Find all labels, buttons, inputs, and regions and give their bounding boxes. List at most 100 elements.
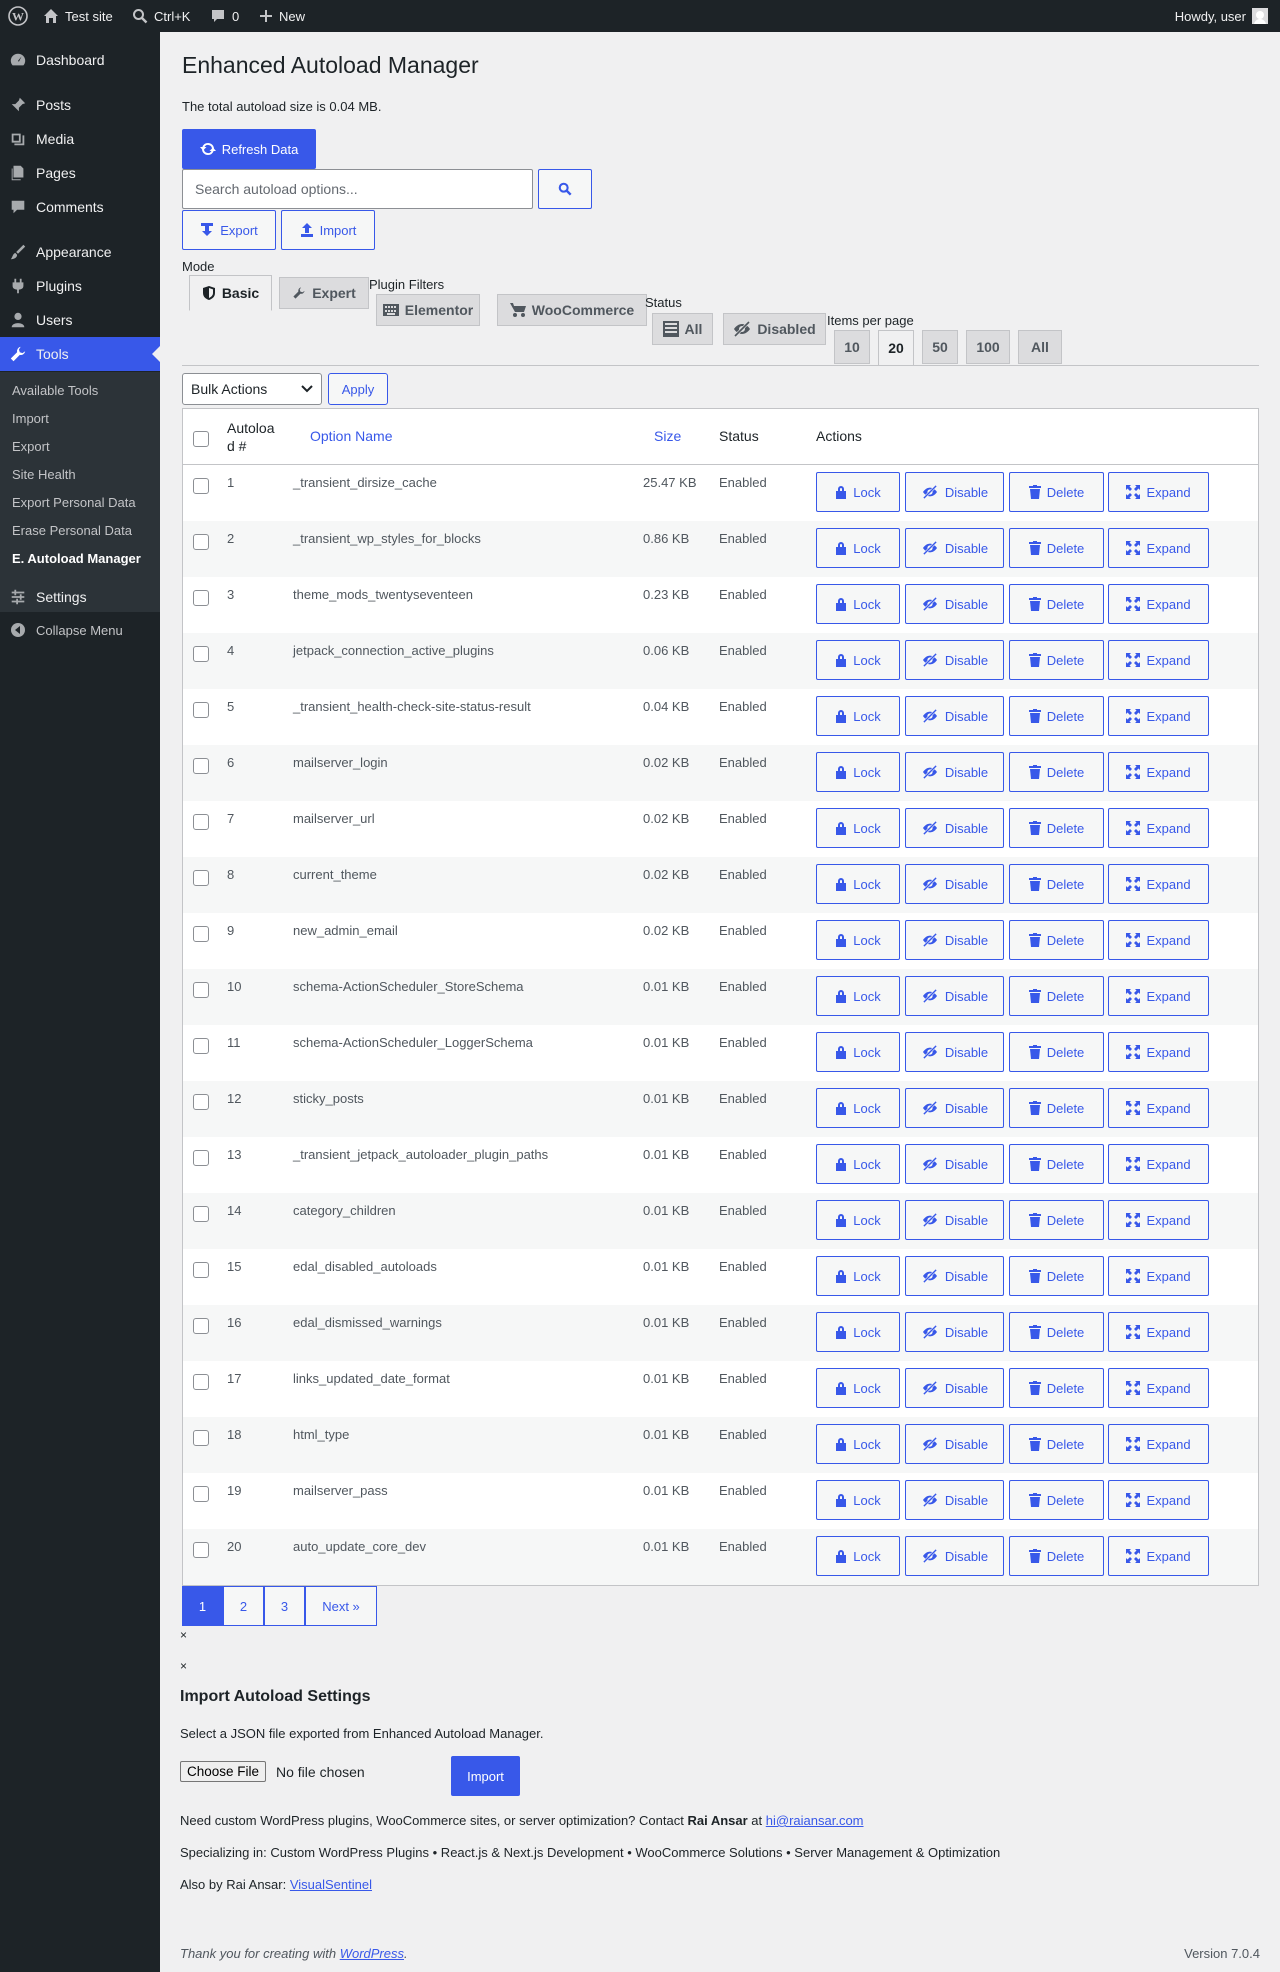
- row-checkbox[interactable]: [193, 1542, 209, 1558]
- refresh-data-button[interactable]: Refresh Data: [182, 129, 316, 169]
- expand-button[interactable]: Expand: [1108, 472, 1209, 512]
- sidebar-item-tools[interactable]: Tools: [0, 337, 160, 371]
- expand-button[interactable]: Expand: [1108, 584, 1209, 624]
- delete-button[interactable]: Delete: [1009, 1424, 1104, 1464]
- disable-button[interactable]: Disable: [905, 1032, 1004, 1072]
- expand-button[interactable]: Expand: [1108, 920, 1209, 960]
- lock-button[interactable]: Lock: [816, 808, 900, 848]
- delete-button[interactable]: Delete: [1009, 752, 1104, 792]
- row-checkbox[interactable]: [193, 814, 209, 830]
- disable-button[interactable]: Disable: [905, 1312, 1004, 1352]
- export-button[interactable]: Export: [182, 210, 276, 250]
- search-button[interactable]: [538, 169, 592, 209]
- tab-status-disabled[interactable]: Disabled: [723, 313, 826, 345]
- tab-status-all[interactable]: All: [652, 313, 713, 345]
- column-header-size[interactable]: Size: [654, 428, 681, 444]
- select-all-checkbox[interactable]: [193, 431, 209, 447]
- page-button-3[interactable]: 3: [264, 1586, 305, 1626]
- row-checkbox[interactable]: [193, 1094, 209, 1110]
- wordpress-logo-icon[interactable]: W: [8, 0, 28, 32]
- delete-button[interactable]: Delete: [1009, 920, 1104, 960]
- submenu-site-health[interactable]: Site Health: [12, 467, 76, 482]
- submenu-export-personal-data[interactable]: Export Personal Data: [12, 495, 136, 510]
- column-header-option-name[interactable]: Option Name: [310, 428, 392, 444]
- sidebar-item-media[interactable]: Media: [0, 122, 160, 156]
- per-page-10[interactable]: 10: [834, 330, 870, 364]
- submenu-autoload-manager[interactable]: E. Autoload Manager: [12, 551, 141, 566]
- row-checkbox[interactable]: [193, 758, 209, 774]
- row-checkbox[interactable]: [193, 1374, 209, 1390]
- delete-button[interactable]: Delete: [1009, 864, 1104, 904]
- row-checkbox[interactable]: [193, 1430, 209, 1446]
- lock-button[interactable]: Lock: [816, 1480, 900, 1520]
- disable-button[interactable]: Disable: [905, 1200, 1004, 1240]
- close-icon[interactable]: ×: [180, 1628, 187, 1642]
- delete-button[interactable]: Delete: [1009, 1032, 1104, 1072]
- row-checkbox[interactable]: [193, 982, 209, 998]
- expand-button[interactable]: Expand: [1108, 1032, 1209, 1072]
- lock-button[interactable]: Lock: [816, 1536, 900, 1576]
- row-checkbox[interactable]: [193, 478, 209, 494]
- expand-button[interactable]: Expand: [1108, 1536, 1209, 1576]
- per-page-20[interactable]: 20: [878, 330, 914, 366]
- lock-button[interactable]: Lock: [816, 528, 900, 568]
- disable-button[interactable]: Disable: [905, 584, 1004, 624]
- row-checkbox[interactable]: [193, 1262, 209, 1278]
- disable-button[interactable]: Disable: [905, 640, 1004, 680]
- delete-button[interactable]: Delete: [1009, 1256, 1104, 1296]
- expand-button[interactable]: Expand: [1108, 1368, 1209, 1408]
- submenu-erase-personal-data[interactable]: Erase Personal Data: [12, 523, 132, 538]
- submenu-import[interactable]: Import: [12, 411, 49, 426]
- lock-button[interactable]: Lock: [816, 696, 900, 736]
- sidebar-item-plugins[interactable]: Plugins: [0, 269, 160, 303]
- sidebar-item-posts[interactable]: Posts: [0, 88, 160, 122]
- choose-file-button[interactable]: Choose File: [180, 1761, 267, 1782]
- expand-button[interactable]: Expand: [1108, 808, 1209, 848]
- row-checkbox[interactable]: [193, 534, 209, 550]
- tab-expert[interactable]: Expert: [279, 277, 369, 309]
- delete-button[interactable]: Delete: [1009, 1312, 1104, 1352]
- expand-button[interactable]: Expand: [1108, 1200, 1209, 1240]
- expand-button[interactable]: Expand: [1108, 696, 1209, 736]
- sidebar-item-pages[interactable]: Pages: [0, 156, 160, 190]
- tab-woocommerce[interactable]: WooCommerce: [497, 294, 647, 326]
- import-submit-button[interactable]: Import: [451, 1756, 520, 1796]
- lock-button[interactable]: Lock: [816, 1312, 900, 1352]
- expand-button[interactable]: Expand: [1108, 1088, 1209, 1128]
- disable-button[interactable]: Disable: [905, 1480, 1004, 1520]
- expand-button[interactable]: Expand: [1108, 976, 1209, 1016]
- delete-button[interactable]: Delete: [1009, 696, 1104, 736]
- delete-button[interactable]: Delete: [1009, 1088, 1104, 1128]
- submenu-available-tools[interactable]: Available Tools: [12, 383, 98, 398]
- lock-button[interactable]: Lock: [816, 1088, 900, 1128]
- site-name-link[interactable]: Test site: [43, 0, 113, 32]
- expand-button[interactable]: Expand: [1108, 1312, 1209, 1352]
- wordpress-link[interactable]: WordPress: [340, 1946, 404, 1961]
- disable-button[interactable]: Disable: [905, 1256, 1004, 1296]
- import-button[interactable]: Import: [281, 210, 375, 250]
- close-icon[interactable]: ×: [180, 1659, 187, 1673]
- row-checkbox[interactable]: [193, 1038, 209, 1054]
- delete-button[interactable]: Delete: [1009, 1480, 1104, 1520]
- delete-button[interactable]: Delete: [1009, 1536, 1104, 1576]
- expand-button[interactable]: Expand: [1108, 1480, 1209, 1520]
- apply-button[interactable]: Apply: [328, 373, 388, 405]
- row-checkbox[interactable]: [193, 1206, 209, 1222]
- disable-button[interactable]: Disable: [905, 1536, 1004, 1576]
- new-content-link[interactable]: New: [259, 0, 305, 32]
- delete-button[interactable]: Delete: [1009, 808, 1104, 848]
- row-checkbox[interactable]: [193, 926, 209, 942]
- next-page-button[interactable]: Next »: [305, 1586, 377, 1626]
- disable-button[interactable]: Disable: [905, 920, 1004, 960]
- delete-button[interactable]: Delete: [1009, 472, 1104, 512]
- page-button-2[interactable]: 2: [223, 1586, 264, 1626]
- disable-button[interactable]: Disable: [905, 864, 1004, 904]
- row-checkbox[interactable]: [193, 1318, 209, 1334]
- comments-link[interactable]: 0: [210, 0, 239, 32]
- command-palette-link[interactable]: Ctrl+K: [132, 0, 190, 32]
- expand-button[interactable]: Expand: [1108, 1256, 1209, 1296]
- row-checkbox[interactable]: [193, 646, 209, 662]
- delete-button[interactable]: Delete: [1009, 976, 1104, 1016]
- submenu-export[interactable]: Export: [12, 439, 50, 454]
- disable-button[interactable]: Disable: [905, 696, 1004, 736]
